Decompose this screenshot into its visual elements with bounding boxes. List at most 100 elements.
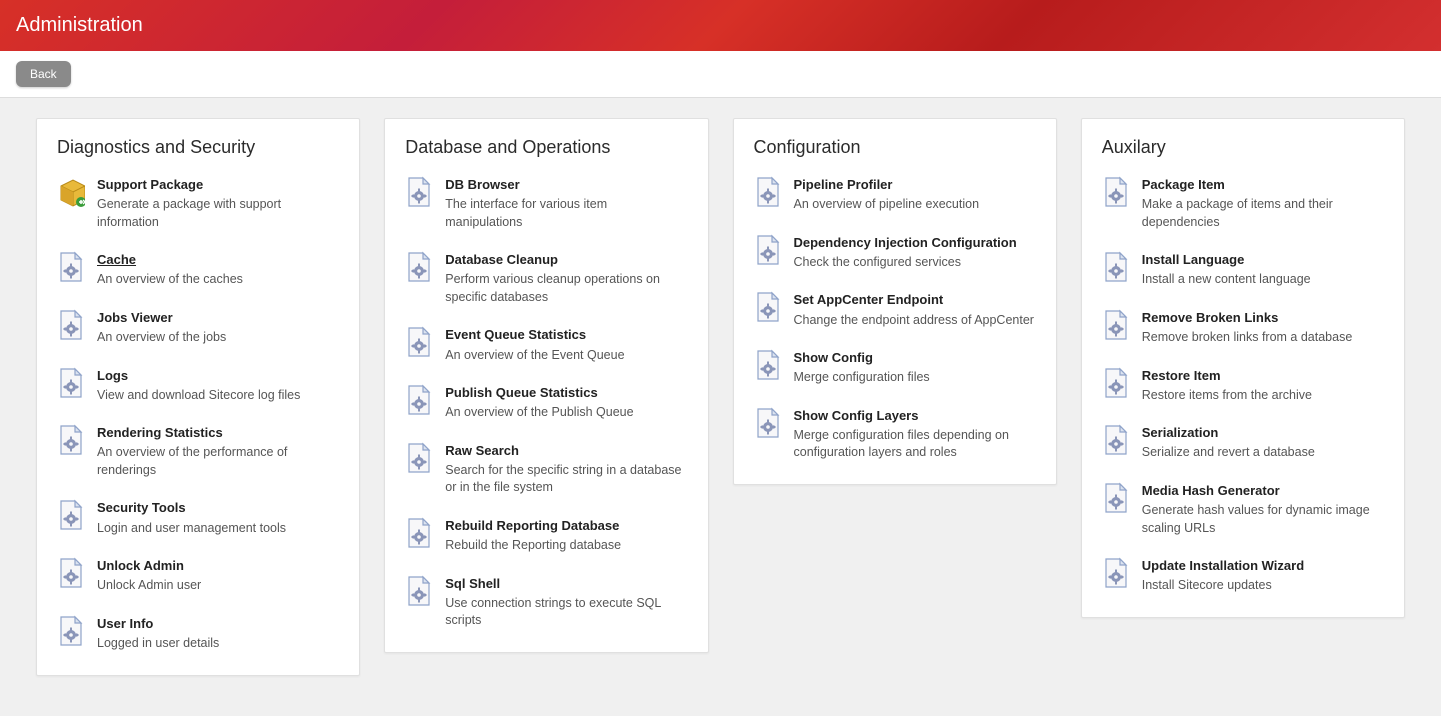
file-gear-icon: [405, 575, 433, 607]
admin-link-desc: Rebuild the Reporting database: [445, 537, 687, 555]
admin-link[interactable]: Serialization Serialize and revert a data…: [1102, 424, 1384, 462]
admin-link[interactable]: Media Hash GeneratorGenerate hash values…: [1102, 482, 1384, 537]
file-gear-icon: [405, 442, 433, 474]
admin-link-title: Cache: [97, 251, 339, 269]
admin-link[interactable]: Unlock AdminUnlock Admin user: [57, 557, 339, 595]
admin-link[interactable]: Remove Broken LinksRemove broken links f…: [1102, 309, 1384, 347]
admin-link-body: LogsView and download Sitecore log files: [97, 367, 339, 405]
admin-link-body: Event Queue Statistics An overview of the…: [445, 326, 687, 364]
admin-link[interactable]: Install Language Install a new content la…: [1102, 251, 1384, 289]
file-gear-icon: [405, 517, 433, 549]
admin-link-desc: Logged in user details: [97, 635, 339, 653]
admin-link-body: Rebuild Reporting Database Rebuild the Re…: [445, 517, 687, 555]
admin-link-title: Update Installation Wizard: [1142, 557, 1384, 575]
admin-link-body: Update Installation WizardInstall Siteco…: [1142, 557, 1384, 595]
admin-link-desc: Unlock Admin user: [97, 577, 339, 595]
admin-link-title: Rendering Statistics: [97, 424, 339, 442]
admin-link-title: Serialization: [1142, 424, 1384, 442]
file-gear-icon: [1102, 176, 1130, 208]
admin-link-title: Event Queue Statistics: [445, 326, 687, 344]
admin-link-desc: An overview of the Event Queue: [445, 347, 687, 365]
admin-link-desc: Install a new content language: [1142, 271, 1384, 289]
main-grid: Diagnostics and Security Support PackageG…: [0, 98, 1441, 716]
file-gear-icon: [1102, 367, 1130, 399]
admin-link-title: Restore Item: [1142, 367, 1384, 385]
toolbar: Back: [0, 51, 1441, 98]
file-gear-icon: [754, 291, 782, 323]
admin-link-body: Show ConfigMerge configuration files: [794, 349, 1036, 387]
file-gear-icon: [754, 176, 782, 208]
admin-link-title: Remove Broken Links: [1142, 309, 1384, 327]
column-card: Configuration Pipeline ProfilerAn overvie…: [733, 118, 1057, 485]
admin-link[interactable]: Event Queue Statistics An overview of the…: [405, 326, 687, 364]
admin-link-title: Logs: [97, 367, 339, 385]
admin-link[interactable]: Restore Item Restore items from the archi…: [1102, 367, 1384, 405]
admin-link-title: Install Language: [1142, 251, 1384, 269]
admin-link[interactable]: User InfoLogged in user details: [57, 615, 339, 653]
admin-link-body: Rendering StatisticsAn overview of the p…: [97, 424, 339, 479]
admin-link-desc: Serialize and revert a database: [1142, 444, 1384, 462]
admin-link-body: Show Config Layers Merge configuration fi…: [794, 407, 1036, 462]
file-gear-icon: [57, 557, 85, 589]
file-gear-icon: [1102, 309, 1130, 341]
admin-link[interactable]: DB BrowserThe interface for various item…: [405, 176, 687, 231]
admin-link[interactable]: Raw Search Search for the specific string…: [405, 442, 687, 497]
admin-link-body: DB BrowserThe interface for various item…: [445, 176, 687, 231]
admin-link[interactable]: Security ToolsLogin and user management …: [57, 499, 339, 537]
admin-link-body: Dependency Injection ConfigurationCheck …: [794, 234, 1036, 272]
admin-link[interactable]: Pipeline ProfilerAn overview of pipeline…: [754, 176, 1036, 214]
column-title: Configuration: [754, 137, 1036, 158]
admin-link-body: Package ItemMake a package of items and …: [1142, 176, 1384, 231]
file-gear-icon: [1102, 482, 1130, 514]
admin-link-title: Jobs Viewer: [97, 309, 339, 327]
admin-link[interactable]: CacheAn overview of the caches: [57, 251, 339, 289]
package-icon: [57, 176, 85, 208]
admin-link[interactable]: Update Installation WizardInstall Siteco…: [1102, 557, 1384, 595]
admin-link-body: Publish Queue Statistics An overview of t…: [445, 384, 687, 422]
column-card: Diagnostics and Security Support PackageG…: [36, 118, 360, 676]
admin-link[interactable]: LogsView and download Sitecore log files: [57, 367, 339, 405]
admin-link-desc: Merge configuration files depending on c…: [794, 427, 1036, 462]
page-title: Administration: [16, 14, 143, 36]
admin-link[interactable]: Support PackageGenerate a package with s…: [57, 176, 339, 231]
admin-link[interactable]: Dependency Injection ConfigurationCheck …: [754, 234, 1036, 272]
admin-link-title: Rebuild Reporting Database: [445, 517, 687, 535]
admin-link-desc: Search for the specific string in a data…: [445, 462, 687, 497]
admin-link-body: Unlock AdminUnlock Admin user: [97, 557, 339, 595]
file-gear-icon: [754, 407, 782, 439]
file-gear-icon: [405, 251, 433, 283]
admin-link-title: Raw Search: [445, 442, 687, 460]
column-title: Diagnostics and Security: [57, 137, 339, 158]
admin-link-title: Show Config Layers: [794, 407, 1036, 425]
admin-link-title: Media Hash Generator: [1142, 482, 1384, 500]
admin-link-body: Database CleanupPerform various cleanup …: [445, 251, 687, 306]
admin-link[interactable]: Sql ShellUse connection strings to execu…: [405, 575, 687, 630]
admin-link-title: Pipeline Profiler: [794, 176, 1036, 194]
file-gear-icon: [754, 349, 782, 381]
admin-link[interactable]: Database CleanupPerform various cleanup …: [405, 251, 687, 306]
admin-link-body: User InfoLogged in user details: [97, 615, 339, 653]
admin-link-body: Jobs ViewerAn overview of the jobs: [97, 309, 339, 347]
admin-link[interactable]: Show Config Layers Merge configuration fi…: [754, 407, 1036, 462]
admin-link-desc: Check the configured services: [794, 254, 1036, 272]
admin-link-body: Serialization Serialize and revert a data…: [1142, 424, 1384, 462]
back-button[interactable]: Back: [16, 61, 71, 87]
admin-link[interactable]: Set AppCenter EndpointChange the endpoin…: [754, 291, 1036, 329]
file-gear-icon: [405, 176, 433, 208]
admin-link-title: Sql Shell: [445, 575, 687, 593]
admin-link-desc: An overview of the Publish Queue: [445, 404, 687, 422]
admin-link[interactable]: Show ConfigMerge configuration files: [754, 349, 1036, 387]
admin-link-desc: Perform various cleanup operations on sp…: [445, 271, 687, 306]
admin-link-title: Publish Queue Statistics: [445, 384, 687, 402]
admin-link[interactable]: Rendering StatisticsAn overview of the p…: [57, 424, 339, 479]
admin-link[interactable]: Package ItemMake a package of items and …: [1102, 176, 1384, 231]
admin-link-body: CacheAn overview of the caches: [97, 251, 339, 289]
admin-link-title: Set AppCenter Endpoint: [794, 291, 1036, 309]
admin-link-body: Restore Item Restore items from the archi…: [1142, 367, 1384, 405]
admin-link-desc: Restore items from the archive: [1142, 387, 1384, 405]
admin-link[interactable]: Jobs ViewerAn overview of the jobs: [57, 309, 339, 347]
admin-link[interactable]: Rebuild Reporting Database Rebuild the Re…: [405, 517, 687, 555]
admin-link-body: Support PackageGenerate a package with s…: [97, 176, 339, 231]
file-gear-icon: [1102, 251, 1130, 283]
admin-link[interactable]: Publish Queue Statistics An overview of t…: [405, 384, 687, 422]
